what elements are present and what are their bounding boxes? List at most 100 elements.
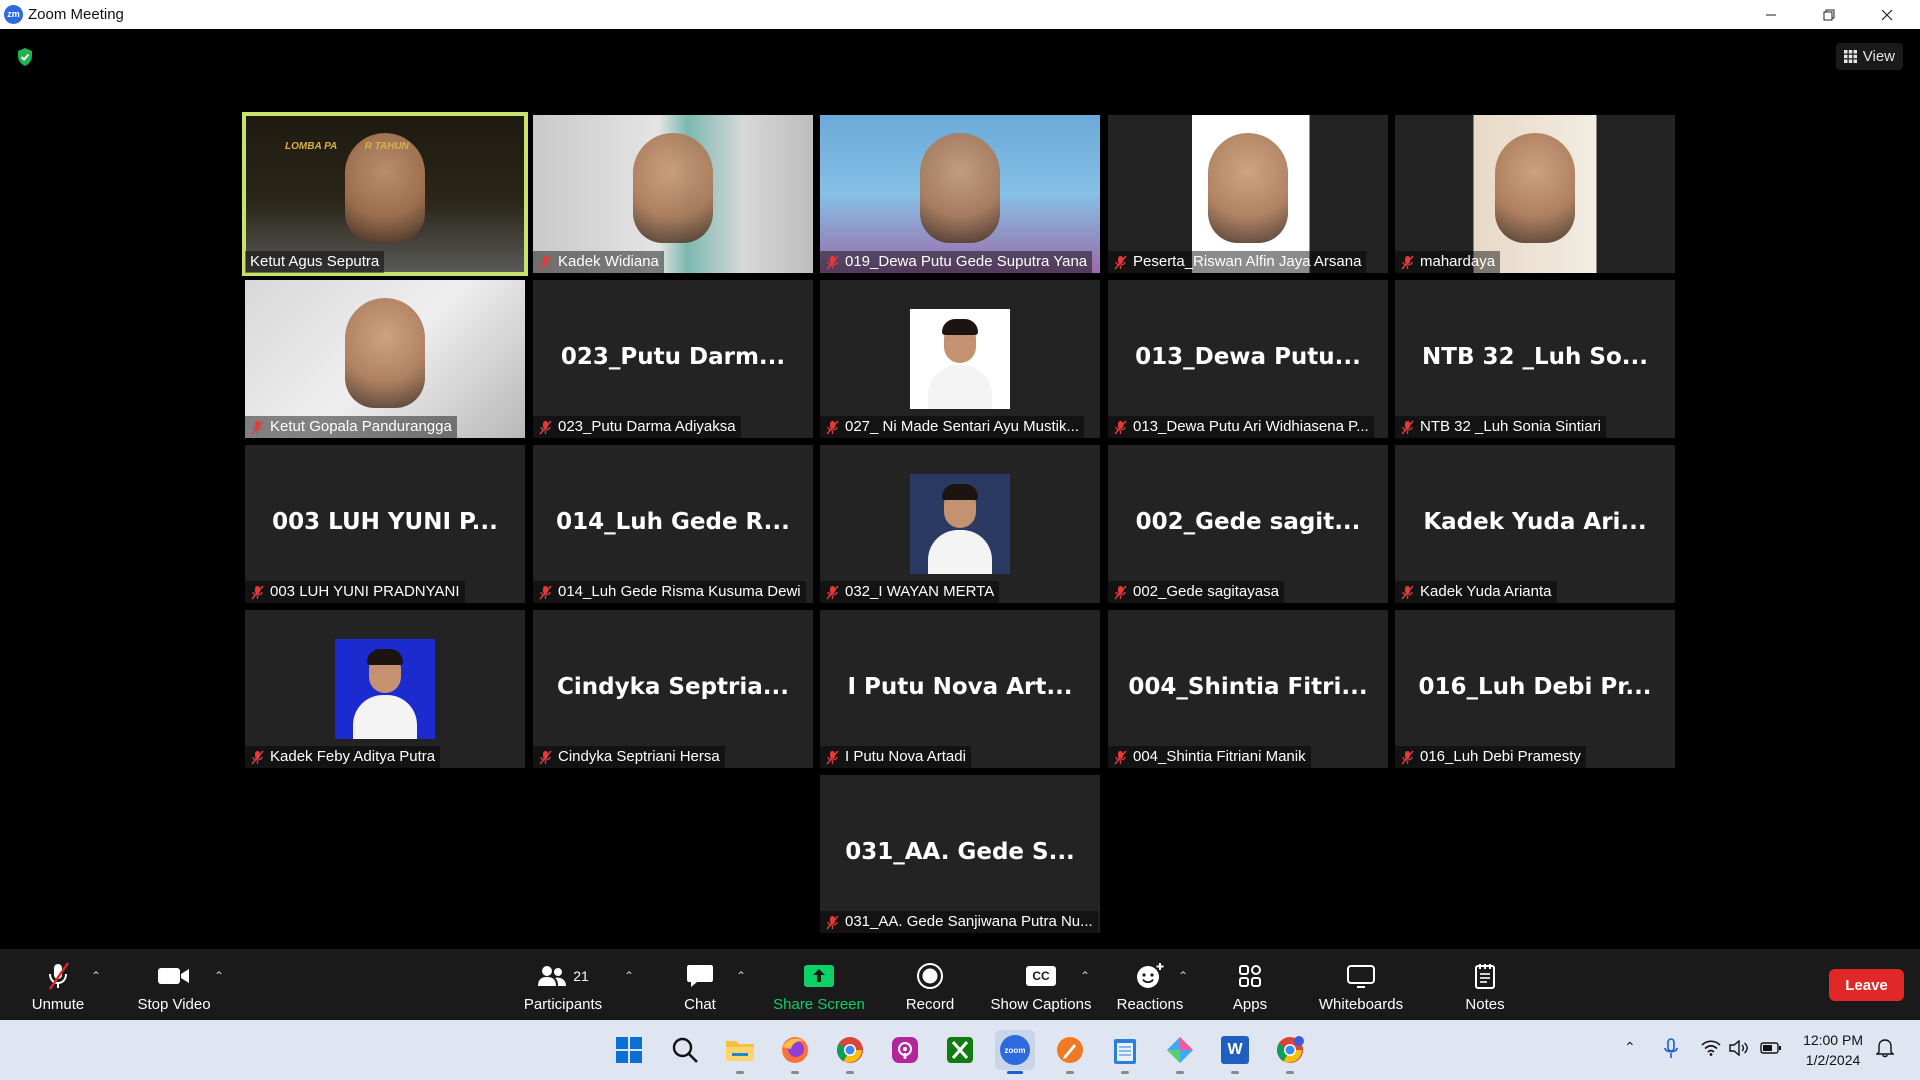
video-options-caret-icon[interactable]: ⌃ — [214, 969, 224, 983]
participant-name-text: 003 LUH YUNI PRADNYANI — [270, 583, 460, 600]
reactions-button[interactable]: Reactions — [1112, 949, 1188, 1020]
muted-mic-icon — [826, 255, 839, 269]
participant-video-feed — [1495, 133, 1575, 243]
participant-tile[interactable]: LOMBA PA R TAHUN Ketut Agus Seputra — [242, 112, 528, 276]
taskbar-xbox[interactable] — [940, 1030, 980, 1070]
stop-video-button[interactable]: Stop Video — [130, 949, 218, 1020]
participant-display-name: 031_AA. Gede S... — [845, 838, 1075, 865]
taskbar-word[interactable]: W — [1215, 1030, 1255, 1074]
muted-mic-icon — [539, 420, 552, 434]
participant-tile[interactable]: 027_ Ni Made Sentari Ayu Mustik... — [820, 280, 1100, 438]
participants-button[interactable]: 21 Participants — [518, 949, 608, 1020]
close-button[interactable] — [1864, 0, 1910, 29]
battery-icon[interactable] — [1760, 1042, 1782, 1054]
participant-display-name: 014_Luh Gede R... — [556, 508, 790, 535]
muted-mic-icon — [1114, 420, 1127, 434]
view-button-label: View — [1862, 48, 1895, 65]
participant-tile[interactable]: 023_Putu Darm... 023_Putu Darma Adiyaksa — [533, 280, 813, 438]
xbox-icon — [947, 1037, 973, 1063]
window-titlebar: zm Zoom Meeting — [0, 0, 1920, 29]
whiteboards-button[interactable]: Whiteboards — [1310, 949, 1412, 1020]
reactions-smiley-icon — [1137, 963, 1164, 988]
participant-tile[interactable]: Cindyka Septria... Cindyka Septriani Hers… — [533, 610, 813, 768]
restore-button[interactable] — [1806, 0, 1852, 29]
participants-options-caret-icon[interactable]: ⌃ — [624, 969, 634, 983]
share-screen-button[interactable]: Share Screen — [770, 949, 868, 1020]
participant-tile[interactable]: Ketut Gopala Pandurangga — [245, 280, 525, 438]
notifications-bell-icon[interactable] — [1876, 1038, 1894, 1058]
volume-icon[interactable] — [1729, 1040, 1749, 1056]
taskbar-start-button[interactable] — [609, 1030, 649, 1070]
chat-options-caret-icon[interactable]: ⌃ — [736, 969, 746, 983]
chat-button[interactable]: Chat — [670, 949, 730, 1020]
participant-tile[interactable]: 004_Shintia Fitri... 004_Shintia Fitriani… — [1108, 610, 1388, 768]
reactions-options-caret-icon[interactable]: ⌃ — [1178, 969, 1188, 983]
captions-cc-icon: CC — [1026, 966, 1056, 986]
zoom-app-icon: zm — [4, 5, 23, 24]
muted-mic-icon — [826, 420, 839, 434]
clock-date: 1/2/2024 — [1805, 1052, 1861, 1068]
participant-tile[interactable]: 019_Dewa Putu Gede Suputra Yana — [820, 115, 1100, 273]
taskbar-podcasts[interactable] — [885, 1030, 925, 1070]
share-screen-label: Share Screen — [773, 996, 865, 1013]
taskbar-firefox[interactable] — [775, 1030, 815, 1074]
taskbar-clock[interactable]: 12:00 PM 1/2/2024 — [1803, 1030, 1863, 1070]
muted-mic-icon — [1114, 750, 1127, 764]
participant-video-feed — [345, 298, 425, 408]
participant-tile[interactable]: 032_I WAYAN MERTA — [820, 445, 1100, 603]
chat-bubble-icon — [687, 965, 713, 987]
notes-button[interactable]: Notes — [1456, 949, 1514, 1020]
participant-video-feed — [633, 133, 713, 243]
muted-mic-icon — [826, 750, 839, 764]
participant-tile[interactable]: 002_Gede sagit... 002_Gede sagitayasa — [1108, 445, 1388, 603]
participant-tile[interactable]: Kadek Feby Aditya Putra — [245, 610, 525, 768]
taskbar-pen-app[interactable] — [1050, 1030, 1090, 1074]
record-button[interactable]: Record — [898, 949, 962, 1020]
leave-button[interactable]: Leave — [1829, 969, 1904, 1001]
participant-name-label: Ketut Agus Seputra — [245, 251, 385, 273]
unmute-button[interactable]: Unmute — [22, 949, 94, 1020]
participant-tile[interactable]: 003 LUH YUNI P... 003 LUH YUNI PRADNYANI — [245, 445, 525, 603]
muted-mic-icon — [826, 915, 839, 929]
taskbar-paint-app[interactable] — [1160, 1030, 1200, 1074]
wifi-icon[interactable] — [1701, 1040, 1721, 1056]
participant-name-text: 004_Shintia Fitriani Manik — [1133, 748, 1306, 765]
participant-tile[interactable]: NTB 32 _Luh So... NTB 32 _Luh Sonia Sinti… — [1395, 280, 1675, 438]
participant-tile[interactable]: Kadek Yuda Ari... Kadek Yuda Arianta — [1395, 445, 1675, 603]
participant-tile[interactable]: 016_Luh Debi Pr... 016_Luh Debi Pramesty — [1395, 610, 1675, 768]
participant-tile[interactable]: I Putu Nova Art... I Putu Nova Artadi — [820, 610, 1100, 768]
taskbar-chrome-profile[interactable] — [1270, 1030, 1310, 1074]
participant-name-label: 031_AA. Gede Sanjiwana Putra Nu... — [820, 911, 1098, 933]
microphone-tray-icon[interactable] — [1664, 1038, 1678, 1060]
participant-tile[interactable]: 031_AA. Gede S... 031_AA. Gede Sanjiwana … — [820, 775, 1100, 933]
taskbar-chrome[interactable] — [830, 1030, 870, 1074]
apps-button[interactable]: Apps — [1224, 949, 1276, 1020]
participant-profile-photo — [335, 639, 435, 739]
participant-display-name: NTB 32 _Luh So... — [1422, 343, 1648, 370]
participant-display-name: I Putu Nova Art... — [847, 673, 1073, 700]
taskbar-notepad[interactable] — [1105, 1030, 1145, 1074]
participant-name-text: mahardaya — [1420, 253, 1496, 270]
clock-time: 12:00 PM — [1803, 1032, 1863, 1048]
participant-name-label: 013_Dewa Putu Ari Widhiasena P... — [1108, 416, 1374, 438]
participant-tile[interactable]: mahardaya — [1395, 115, 1675, 273]
minimize-button[interactable] — [1748, 0, 1794, 29]
participant-name-text: 027_ Ni Made Sentari Ayu Mustik... — [845, 418, 1080, 435]
security-shield-icon[interactable] — [16, 47, 34, 67]
participant-tile[interactable]: 013_Dewa Putu... 013_Dewa Putu Ari Widhia… — [1108, 280, 1388, 438]
show-hidden-icons-chevron-icon[interactable]: ⌃ — [1624, 1039, 1636, 1056]
taskbar-file-explorer[interactable] — [720, 1030, 760, 1074]
participant-name-text: 031_AA. Gede Sanjiwana Putra Nu... — [845, 913, 1093, 930]
participant-name-text: Ketut Gopala Pandurangga — [270, 418, 452, 435]
participants-label: Participants — [523, 996, 603, 1013]
participant-tile[interactable]: 014_Luh Gede R... 014_Luh Gede Risma Kusu… — [533, 445, 813, 603]
show-captions-button[interactable]: CC Show Captions — [986, 949, 1096, 1020]
captions-options-caret-icon[interactable]: ⌃ — [1080, 969, 1090, 983]
participant-tile[interactable]: Kadek Widiana — [533, 115, 813, 273]
taskbar-zoom[interactable]: zoom — [995, 1030, 1035, 1074]
participant-name-label: 014_Luh Gede Risma Kusuma Dewi — [533, 581, 806, 603]
view-button[interactable]: View — [1835, 43, 1903, 70]
participant-tile[interactable]: Peserta_Riswan Alfin Jaya Arsana — [1108, 115, 1388, 273]
taskbar-search-button[interactable] — [665, 1030, 705, 1070]
audio-options-caret-icon[interactable]: ⌃ — [91, 969, 101, 983]
